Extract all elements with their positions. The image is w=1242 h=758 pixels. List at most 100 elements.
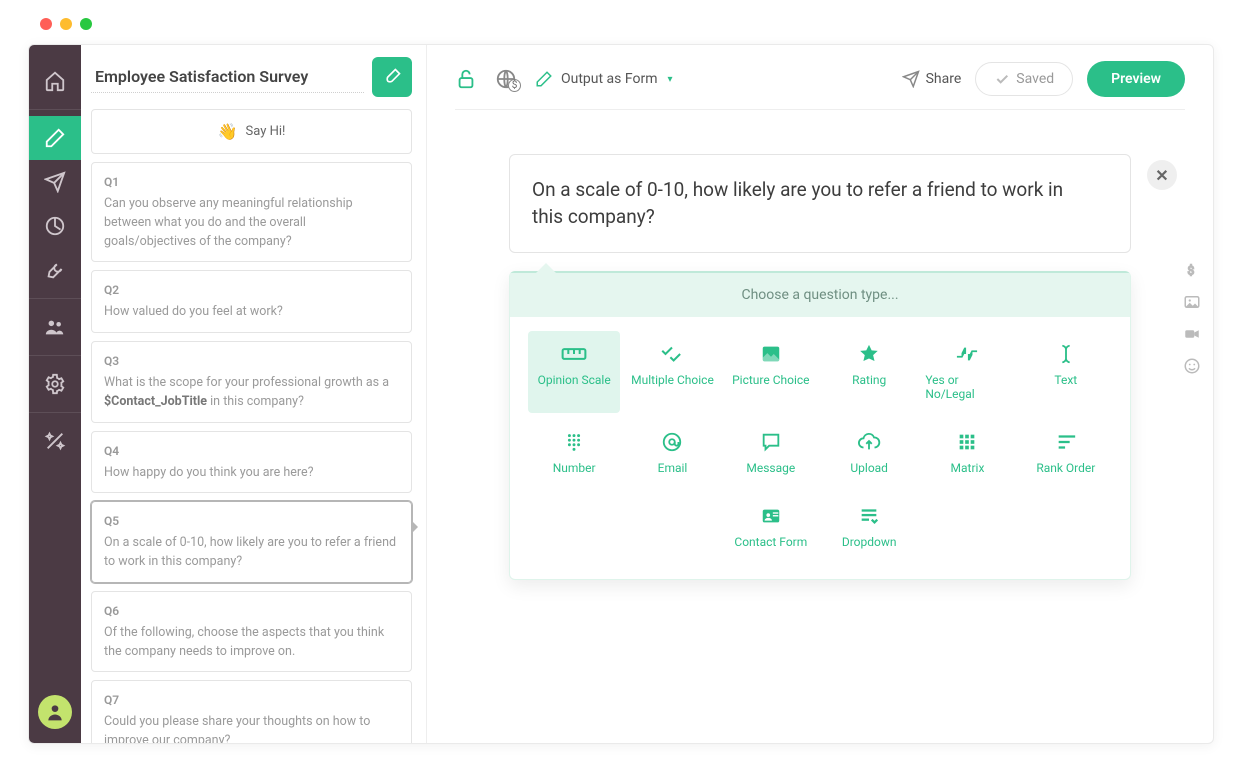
share-button[interactable]: Share — [902, 70, 962, 88]
qtype-opinion-scale[interactable]: Opinion Scale — [528, 331, 620, 413]
qtype-label: Message — [746, 461, 795, 475]
qtype-contact-form[interactable]: Contact Form — [725, 493, 817, 561]
yes-no-icon — [954, 343, 980, 365]
question-card-q7[interactable]: Q7 Could you please share your thoughts o… — [91, 680, 412, 743]
user-avatar[interactable] — [38, 695, 72, 729]
qtype-dropdown[interactable]: Dropdown — [823, 493, 915, 561]
sidebar-magic[interactable] — [29, 419, 81, 463]
qtype-number[interactable]: Number — [528, 419, 620, 487]
question-title-input[interactable]: On a scale of 0-10, how likely are you t… — [509, 154, 1131, 253]
questions-panel: Employee Satisfaction Survey 👋 Say Hi! Q… — [81, 45, 427, 743]
picture-choice-icon — [758, 343, 784, 365]
question-text: Can you observe any meaningful relations… — [104, 195, 399, 251]
top-bar: $ Output as Form ▾ Share Saved — [455, 61, 1185, 110]
sidebar-analytics[interactable] — [29, 204, 81, 248]
preview-label: Preview — [1111, 71, 1161, 87]
maximize-window-dot[interactable] — [80, 18, 92, 30]
say-hi-block[interactable]: 👋 Say Hi! — [91, 109, 412, 154]
qtype-label: Contact Form — [734, 535, 807, 549]
qtype-message[interactable]: Message — [725, 419, 817, 487]
qtype-multiple-choice[interactable]: Multiple Choice — [626, 331, 718, 413]
qtype-label: Rank Order — [1036, 461, 1095, 475]
output-mode-button[interactable]: Output as Form ▾ — [535, 70, 673, 88]
qtype-label: Multiple Choice — [631, 373, 714, 387]
window-traffic-lights — [28, 6, 128, 36]
question-text: How valued do you feel at work? — [104, 303, 399, 322]
multiple-choice-icon — [659, 343, 685, 365]
lock-toggle[interactable] — [455, 68, 477, 90]
tool-variable-icon[interactable]: $ — [1183, 261, 1201, 279]
qtype-text[interactable]: Text — [1020, 331, 1112, 413]
qtype-rank-order[interactable]: Rank Order — [1020, 419, 1112, 487]
qtype-label: Text — [1054, 373, 1077, 387]
question-text: How happy do you think you are here? — [104, 464, 399, 483]
close-question-button[interactable]: ✕ — [1147, 160, 1177, 190]
survey-title[interactable]: Employee Satisfaction Survey — [91, 61, 364, 93]
question-card-q3[interactable]: Q3 What is the scope for your professiona… — [91, 341, 412, 423]
icon-sidebar — [29, 45, 81, 743]
question-card-q6[interactable]: Q6 Of the following, choose the aspects t… — [91, 591, 412, 673]
app-frame: Employee Satisfaction Survey 👋 Say Hi! Q… — [28, 44, 1214, 744]
qtype-rating[interactable]: Rating — [823, 331, 915, 413]
question-type-popover: Choose a question type... Opinion Scale M… — [509, 271, 1131, 580]
question-card-q1[interactable]: Q1 Can you observe any meaningful relatio… — [91, 162, 412, 262]
minimize-window-dot[interactable] — [60, 18, 72, 30]
question-label: Q6 — [104, 602, 399, 620]
question-text: Could you please share your thoughts on … — [104, 713, 399, 743]
qtype-label: Email — [658, 461, 688, 475]
qtype-label: Opinion Scale — [538, 373, 611, 387]
tool-emoji-icon[interactable] — [1183, 357, 1201, 375]
question-text: Of the following, choose the aspects tha… — [104, 624, 399, 662]
qtype-email[interactable]: Email — [626, 419, 718, 487]
question-side-tools: $ — [1183, 261, 1201, 375]
sidebar-team[interactable] — [29, 305, 81, 349]
wave-icon: 👋 — [218, 122, 238, 141]
saved-label: Saved — [1016, 71, 1054, 87]
qtype-label: Matrix — [951, 461, 985, 475]
sidebar-edit[interactable] — [29, 116, 81, 160]
tool-video-icon[interactable] — [1183, 325, 1201, 343]
rank-order-icon — [1053, 431, 1079, 453]
qtype-label: Upload — [850, 461, 888, 475]
qtype-label: Number — [553, 461, 596, 475]
message-icon — [758, 431, 784, 453]
qtype-matrix[interactable]: Matrix — [921, 419, 1013, 487]
svg-text:$: $ — [1188, 264, 1195, 278]
sidebar-gear[interactable] — [29, 362, 81, 406]
contact-form-icon — [758, 505, 784, 527]
preview-button[interactable]: Preview — [1087, 61, 1185, 97]
question-label: Q1 — [104, 173, 399, 191]
number-icon — [561, 431, 587, 453]
question-card-q5[interactable]: Q5 On a scale of 0-10, how likely are you… — [91, 501, 412, 583]
opinion-scale-icon — [561, 343, 587, 365]
qtype-header: Choose a question type... — [510, 273, 1130, 317]
qtype-label: Picture Choice — [732, 373, 809, 387]
text-icon — [1053, 343, 1079, 365]
qtype-picture-choice[interactable]: Picture Choice — [725, 331, 817, 413]
sidebar-send[interactable] — [29, 160, 81, 204]
qtype-yes-no[interactable]: Yes or No/Legal — [921, 331, 1013, 413]
output-mode-label: Output as Form — [561, 71, 657, 87]
question-label: Q2 — [104, 281, 399, 299]
question-card-q2[interactable]: Q2 How valued do you feel at work? — [91, 270, 412, 333]
tool-image-icon[interactable] — [1183, 293, 1201, 311]
saved-status: Saved — [975, 62, 1073, 96]
upload-icon — [856, 431, 882, 453]
question-text: What is the scope for your professional … — [104, 374, 399, 412]
theme-brush-button[interactable] — [372, 57, 412, 97]
sidebar-home[interactable] — [29, 59, 81, 103]
qtype-label: Yes or No/Legal — [925, 373, 1009, 401]
question-label: Q7 — [104, 691, 399, 709]
close-window-dot[interactable] — [40, 18, 52, 30]
editor-pane: $ Output as Form ▾ Share Saved — [427, 45, 1213, 743]
sidebar-settings-tool[interactable] — [29, 248, 81, 292]
qtype-label: Dropdown — [842, 535, 897, 549]
question-card-q4[interactable]: Q4How happy do you think you are here? — [91, 431, 412, 494]
globe-currency-button[interactable]: $ — [495, 68, 517, 90]
rating-icon — [856, 343, 882, 365]
question-text: On a scale of 0-10, how likely are you t… — [104, 534, 399, 572]
question-label: Q5 — [104, 512, 399, 530]
email-icon — [659, 431, 685, 453]
qtype-upload[interactable]: Upload — [823, 419, 915, 487]
question-label: Q3 — [104, 352, 399, 370]
